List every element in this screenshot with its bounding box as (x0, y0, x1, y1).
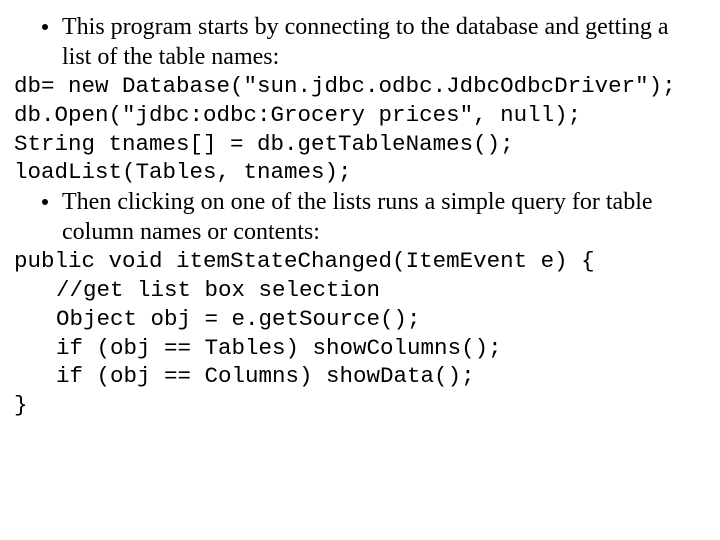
code-line-3: String tnames[] = db.getTableNames(); (14, 130, 702, 159)
slide-body: This program starts by connecting to the… (0, 0, 720, 432)
code-line-6: //get list box selection (56, 276, 702, 305)
code-line-8: if (obj == Tables) showColumns(); (56, 334, 702, 363)
bullet-dot-icon (42, 24, 48, 30)
bullet-item-1: This program starts by connecting to the… (42, 12, 702, 72)
bullet-dot-icon (42, 199, 48, 205)
code-line-1: db= new Database("sun.jdbc.odbc.JdbcOdbc… (14, 72, 702, 101)
code-line-7: Object obj = e.getSource(); (56, 305, 702, 334)
bullet-text-1: This program starts by connecting to the… (62, 12, 702, 72)
bullet-item-2: Then clicking on one of the lists runs a… (42, 187, 702, 247)
code-line-4: loadList(Tables, tnames); (14, 158, 702, 187)
code-line-2: db.Open("jdbc:odbc:Grocery prices", null… (14, 101, 702, 130)
bullet-text-2: Then clicking on one of the lists runs a… (62, 187, 702, 247)
code-line-10: } (14, 391, 702, 420)
code-line-9: if (obj == Columns) showData(); (56, 362, 702, 391)
code-line-5: public void itemStateChanged(ItemEvent e… (14, 247, 702, 276)
